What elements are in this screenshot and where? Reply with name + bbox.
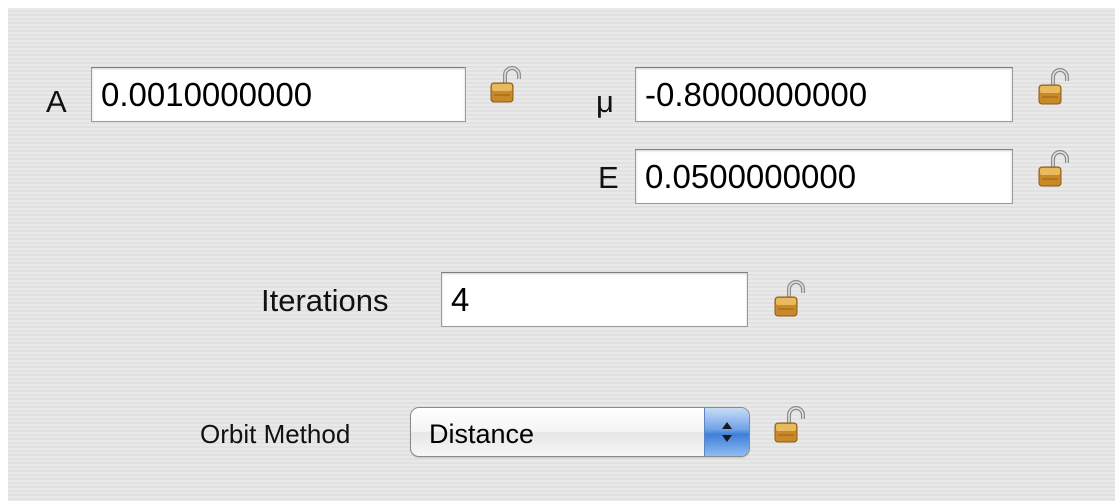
- mu-input[interactable]: [635, 67, 1013, 122]
- label-orbit-method: Orbit Method: [200, 419, 351, 449]
- label-iterations: Iterations: [261, 283, 389, 318]
- label-mu: μ: [596, 84, 614, 119]
- lock-open-icon[interactable]: [488, 66, 524, 106]
- lock-open-icon[interactable]: [1036, 150, 1072, 190]
- orbit-method-selected-value: Distance: [429, 419, 535, 449]
- a-input[interactable]: [91, 67, 466, 122]
- up-down-arrows-icon: [722, 422, 732, 442]
- orbit-method-select[interactable]: Distance: [410, 407, 750, 457]
- popup-arrows-container: [704, 408, 749, 456]
- e-input[interactable]: [635, 149, 1013, 204]
- lock-open-icon[interactable]: [772, 406, 808, 446]
- lock-open-icon[interactable]: [772, 280, 808, 320]
- lock-open-icon[interactable]: [1036, 68, 1072, 108]
- iterations-input[interactable]: [441, 272, 748, 327]
- label-e: E: [598, 160, 619, 195]
- label-a: A: [46, 84, 67, 119]
